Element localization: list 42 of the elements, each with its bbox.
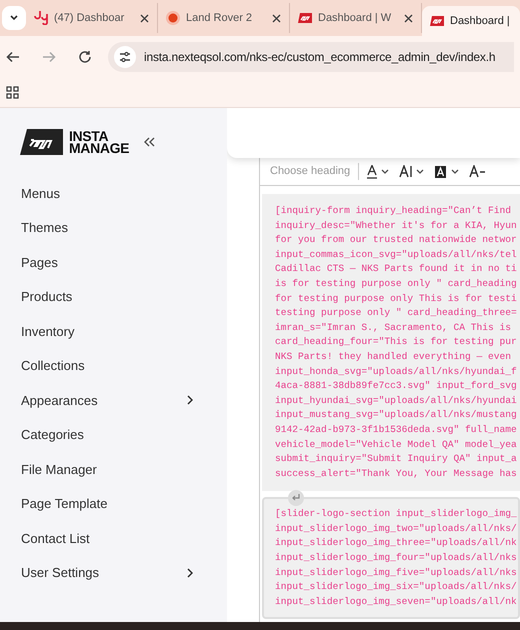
tab-title: Dashboard | W — [318, 10, 392, 26]
tab-title: (47) Dashboar — [54, 10, 126, 26]
browser-tab[interactable]: Dashboard | — [422, 6, 520, 36]
return-icon[interactable] — [288, 490, 304, 506]
url-text: insta.nexteqsol.com/nks-ec/custom_ecommerce_admin_dev/index.h — [144, 49, 496, 66]
highlight-icon[interactable] — [435, 164, 462, 178]
favicon-icon — [34, 11, 48, 25]
nav-item[interactable]: User Settings — [0, 556, 227, 590]
nav-item[interactable]: Contact List — [0, 521, 227, 556]
nav-item[interactable]: Collections — [0, 348, 227, 383]
nav-item[interactable]: Appearances — [0, 383, 227, 418]
nav-item[interactable]: Page Template — [0, 486, 227, 521]
nav-item[interactable]: Products — [0, 280, 227, 314]
chevron-down-icon — [10, 15, 18, 21]
apps-grid-icon[interactable] — [6, 86, 19, 99]
nav-item[interactable]: Themes — [0, 210, 227, 245]
close-icon[interactable] — [140, 14, 149, 22]
address-bar[interactable]: insta.nexteqsol.com/nks-ec/custom_ecommerce_admin_dev/index.h — [108, 42, 514, 72]
nav-item[interactable]: Pages — [0, 245, 227, 280]
tab-list-button[interactable] — [2, 6, 26, 30]
back-icon[interactable] — [6, 50, 20, 64]
logo-text: INSTA — [69, 130, 108, 142]
site-settings-icon[interactable] — [114, 46, 136, 68]
favicon-icon — [430, 16, 444, 26]
browser-tab[interactable]: (47) Dashboar — [26, 3, 158, 33]
browser-tab[interactable]: Land Rover 2 — [158, 3, 290, 33]
font-color-icon[interactable] — [367, 164, 392, 178]
logo-icon — [20, 129, 63, 155]
tab-title: Land Rover 2 — [186, 10, 254, 26]
nav-item[interactable]: Inventory — [0, 314, 227, 348]
nav-item[interactable]: File Manager — [0, 452, 227, 486]
nav-item[interactable]: Menus — [0, 176, 227, 210]
tab-title: Dashboard | — [450, 14, 511, 29]
recording-dot-icon — [166, 11, 180, 25]
collapse-icon[interactable] — [143, 137, 156, 147]
close-icon[interactable] — [404, 14, 413, 22]
close-icon[interactable] — [272, 14, 281, 22]
reload-icon[interactable] — [78, 50, 92, 64]
favicon-icon — [298, 13, 312, 23]
logo-text: MANAGE — [69, 142, 130, 154]
nav-item[interactable]: Categories — [0, 418, 227, 452]
font-icon[interactable] — [469, 164, 486, 178]
